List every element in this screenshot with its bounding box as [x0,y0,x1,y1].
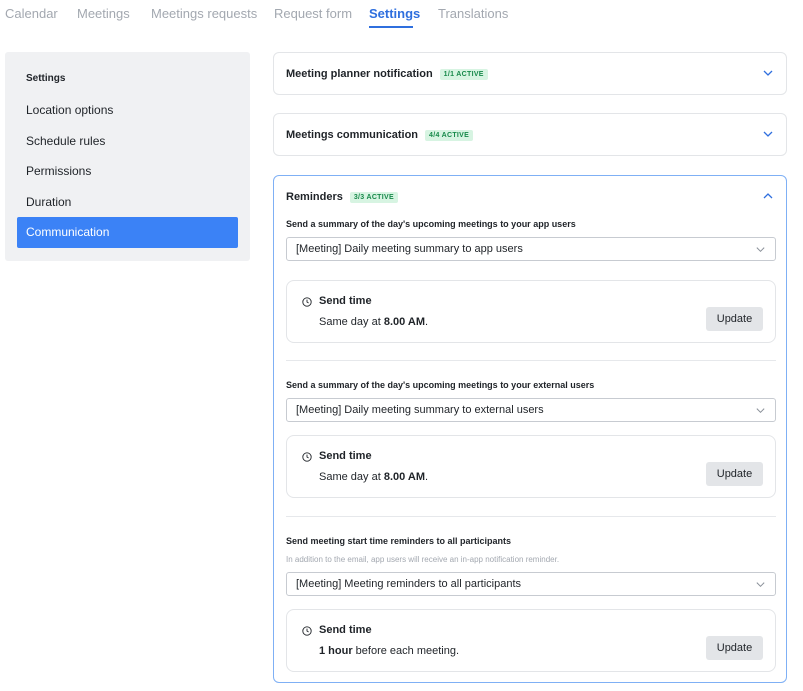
send-time-description: Same day at 8.00 AM. [319,471,429,483]
chevron-down-icon [756,582,765,588]
update-button[interactable]: Update [706,307,763,331]
sidebar-item-permissions[interactable]: Permissions [17,156,238,187]
chevron-up-icon[interactable] [762,190,774,202]
section-label-participant-reminders: Send meeting start time reminders to all… [286,536,512,546]
select-value: [Meeting] Daily meeting summary to exter… [296,404,544,416]
select-value: [Meeting] Meeting reminders to all parti… [296,578,521,590]
reminders-card: Reminders 3/3 ACTIVE Send a summary of t… [273,175,787,683]
send-time-panel: Send time Same day at 8.00 AM. Update [286,280,776,343]
status-badge: 1/1 ACTIVE [439,68,488,80]
card-header: Meetings communication 4/4 ACTIVE [286,114,474,156]
tab-settings[interactable]: Settings [369,6,420,21]
tab-meetings-requests[interactable]: Meetings requests [151,6,257,21]
send-time-title: Send time [319,450,372,462]
tab-meetings[interactable]: Meetings [77,6,130,21]
template-select-participants[interactable]: [Meeting] Meeting reminders to all parti… [286,572,776,596]
section-divider [286,360,776,361]
chevron-down-icon [756,408,765,414]
sidebar-item-duration[interactable]: Duration [17,187,238,218]
tab-request-form[interactable]: Request form [274,6,352,21]
section-label-app-users: Send a summary of the day's upcoming mee… [286,219,576,229]
top-tabs: Calendar Meetings Meetings requests Requ… [0,0,803,30]
active-tab-indicator [369,26,413,28]
section-label-external-users: Send a summary of the day's upcoming mee… [286,380,595,390]
card-title: Meetings communication [286,129,419,141]
send-time-description: Same day at 8.00 AM. [319,316,429,328]
template-select-external-users[interactable]: [Meeting] Daily meeting summary to exter… [286,398,776,422]
status-badge: 3/3 ACTIVE [349,191,398,203]
send-time-panel: Send time Same day at 8.00 AM. Update [286,435,776,498]
sidebar-item-communication[interactable]: Communication [17,217,238,248]
card-title: Meeting planner notification [286,68,433,80]
clock-icon [302,626,312,636]
send-time-title: Send time [319,295,372,307]
select-value: [Meeting] Daily meeting summary to app u… [296,243,523,255]
tab-translations[interactable]: Translations [438,6,508,21]
section-divider [286,516,776,517]
tab-calendar[interactable]: Calendar [5,6,58,21]
status-badge: 4/4 ACTIVE [425,129,474,141]
update-button[interactable]: Update [706,462,763,486]
meetings-communication-card[interactable]: Meetings communication 4/4 ACTIVE [273,113,787,156]
send-time-title: Send time [319,624,372,636]
clock-icon [302,452,312,462]
clock-icon [302,297,312,307]
send-time-description: 1 hour before each meeting. [319,645,460,657]
chevron-down-icon[interactable] [762,67,774,79]
sidebar-item-location-options[interactable]: Location options [17,95,238,126]
card-header: Reminders 3/3 ACTIVE [286,176,398,218]
chevron-down-icon [756,247,765,253]
section-note: In addition to the email, app users will… [286,555,560,564]
settings-sidebar: Settings Location options Schedule rules… [5,52,250,261]
planner-notification-card[interactable]: Meeting planner notification 1/1 ACTIVE [273,52,787,95]
sidebar-item-schedule-rules[interactable]: Schedule rules [17,126,238,157]
template-select-app-users[interactable]: [Meeting] Daily meeting summary to app u… [286,237,776,261]
update-button[interactable]: Update [706,636,763,660]
chevron-down-icon[interactable] [762,128,774,140]
send-time-panel: Send time 1 hour before each meeting. Up… [286,609,776,672]
card-header: Meeting planner notification 1/1 ACTIVE [286,53,488,95]
card-title: Reminders [286,191,343,203]
sidebar-title: Settings [26,73,66,84]
